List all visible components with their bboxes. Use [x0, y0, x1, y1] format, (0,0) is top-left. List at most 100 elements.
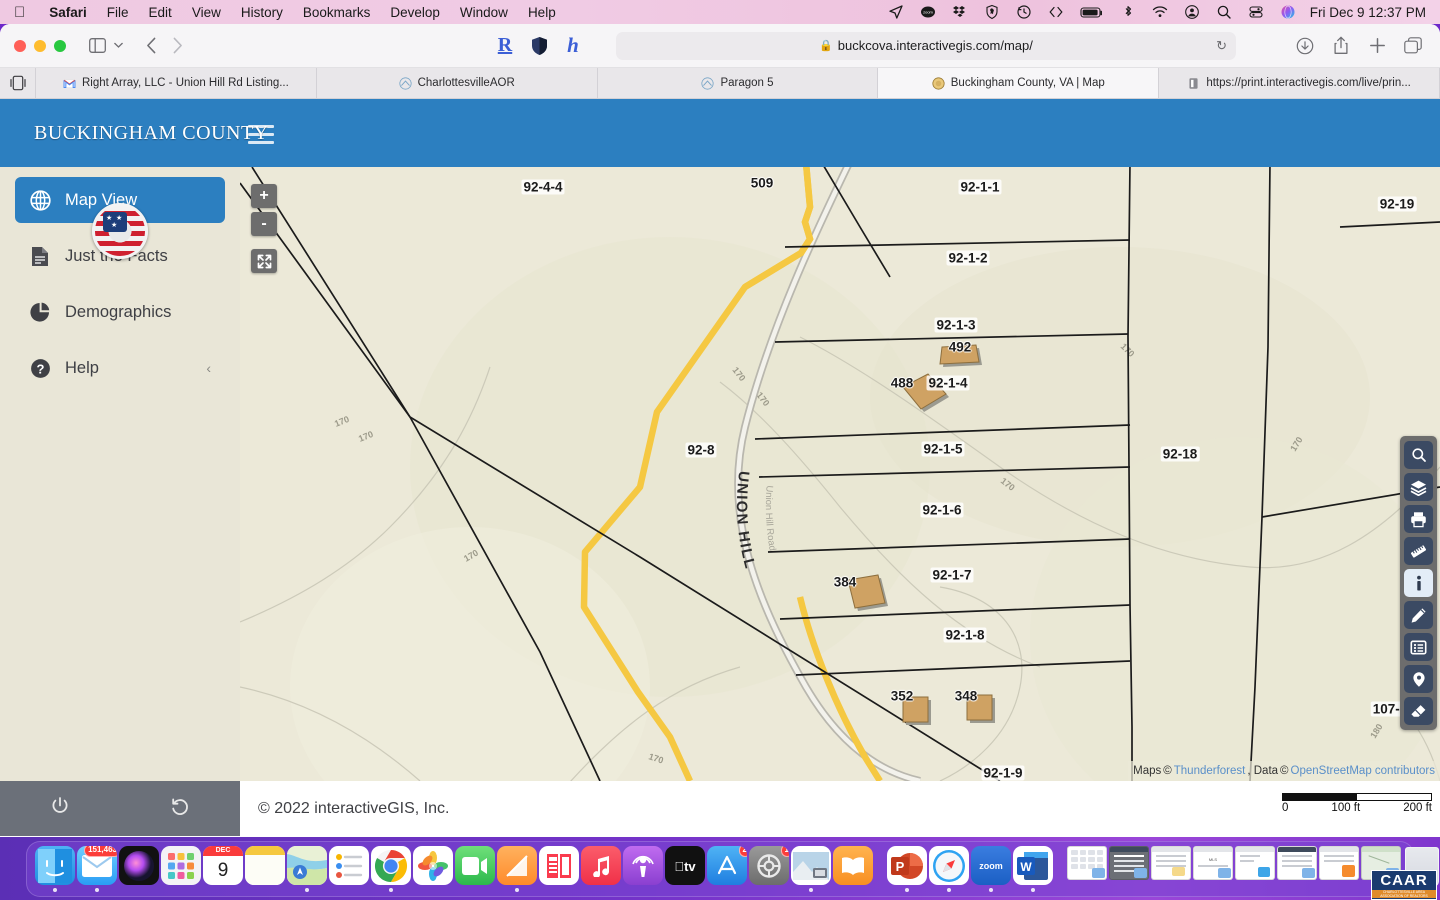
dock-app-photos[interactable]	[413, 846, 453, 892]
building-address-label[interactable]: 509	[751, 176, 774, 191]
identify-tool[interactable]	[1404, 569, 1433, 597]
minimized-window[interactable]	[1319, 846, 1359, 892]
tab-overview-icon[interactable]	[1400, 34, 1426, 58]
parcel-label[interactable]: 92-18	[1161, 447, 1200, 462]
layers-tool[interactable]	[1404, 473, 1433, 501]
dock-app-system-preferences[interactable]: 1	[749, 846, 789, 892]
marker-tool[interactable]	[1404, 665, 1433, 693]
dock-app-launchpad[interactable]	[161, 846, 201, 892]
caar-badge[interactable]: CAAR CHARLOTTESVILLE AREA ASSOCIATION OF…	[1371, 870, 1437, 900]
menu-bar-clock[interactable]: Fri Dec 9 12:37 PM	[1304, 5, 1440, 20]
search-tool[interactable]	[1404, 441, 1433, 469]
siri-icon[interactable]	[1272, 4, 1304, 20]
parcel-label[interactable]: 92-1-9	[981, 766, 1024, 781]
control-center-icon[interactable]	[1240, 4, 1272, 20]
tab-list-button[interactable]	[0, 68, 36, 98]
parcel-label[interactable]: 92-19	[1378, 197, 1417, 212]
openstreetmap-link[interactable]: OpenStreetMap contributors	[1291, 765, 1435, 777]
dock-app-mail[interactable]: 151,463	[77, 846, 117, 892]
grammarly-extension-icon[interactable]: R	[490, 33, 520, 59]
building-address-label[interactable]: 384	[834, 575, 857, 590]
draw-tool[interactable]	[1404, 601, 1433, 629]
minimize-button[interactable]	[34, 40, 46, 52]
power-icon[interactable]	[50, 796, 70, 821]
menu-item-history[interactable]: History	[231, 5, 293, 20]
honey-extension-icon[interactable]: h	[558, 33, 588, 59]
parcel-label[interactable]: 92-8	[685, 443, 716, 458]
chevron-down-icon[interactable]	[110, 34, 126, 58]
menu-item-edit[interactable]: Edit	[139, 5, 182, 20]
dock-app-chrome[interactable]	[371, 846, 411, 892]
building-address-label[interactable]: 352	[891, 689, 914, 704]
wifi-icon[interactable]	[1144, 4, 1176, 20]
menu-item-develop[interactable]: Develop	[380, 5, 450, 20]
bluetooth-icon[interactable]	[1112, 4, 1144, 20]
user-account-icon[interactable]	[1176, 4, 1208, 20]
menu-item-view[interactable]: View	[182, 5, 231, 20]
zoom-app-icon[interactable]: zoom	[912, 4, 944, 20]
code-brackets-icon[interactable]	[1040, 4, 1072, 20]
forward-arrow-icon[interactable]	[164, 34, 190, 58]
location-arrow-icon[interactable]	[880, 4, 912, 20]
dock-app-maps[interactable]	[287, 846, 327, 892]
brand-block[interactable]: Buckingham County	[34, 99, 269, 167]
dock-app-siri[interactable]	[119, 846, 159, 892]
spotlight-search-icon[interactable]	[1208, 4, 1240, 20]
dock-app-podcasts[interactable]	[623, 846, 663, 892]
zoom-button[interactable]	[54, 40, 66, 52]
dock-app-zoom[interactable]: zoom	[971, 846, 1011, 892]
window-controls[interactable]	[14, 40, 66, 52]
erase-tool[interactable]	[1404, 697, 1433, 725]
time-machine-icon[interactable]	[1008, 4, 1040, 20]
minimized-window[interactable]	[1067, 846, 1107, 892]
dock-app-image-capture[interactable]	[791, 846, 831, 892]
apple-logo-icon[interactable]: 	[14, 5, 25, 20]
parcel-label[interactable]: 92-1-3	[934, 318, 977, 333]
address-bar[interactable]: 🔒 buckcova.interactivegis.com/map/ ↻	[616, 32, 1236, 60]
thunderforest-link[interactable]: Thunderforest	[1174, 765, 1246, 777]
tab-right-array[interactable]: Right Array, LLC - Union Hill Rd Listing…	[36, 68, 317, 98]
dock-app-finder[interactable]	[35, 846, 75, 892]
dock-app-apple-tv[interactable]: tv	[665, 846, 705, 892]
dock-app-calendar[interactable]: DEC 9	[203, 846, 243, 892]
sidebar-item-help[interactable]: ? Help ‹	[15, 345, 225, 391]
parcel-label[interactable]: 92-1-4	[926, 376, 969, 391]
menu-item-window[interactable]: Window	[450, 5, 518, 20]
menu-item-help[interactable]: Help	[518, 5, 566, 20]
menu-item-file[interactable]: File	[97, 5, 139, 20]
parcel-label[interactable]: 92-1-2	[946, 251, 989, 266]
building-address-label[interactable]: 348	[955, 689, 978, 704]
parcel-label[interactable]: 92-1-8	[943, 628, 986, 643]
dropbox-icon[interactable]	[944, 4, 976, 20]
tab-buckingham-county-map[interactable]: Buckingham County, VA | Map	[878, 68, 1159, 98]
tab-charlottesville-aor[interactable]: CharlottesvilleAOR	[317, 68, 598, 98]
legend-tool[interactable]	[1404, 633, 1433, 661]
parcel-label[interactable]: 92-1-6	[920, 503, 963, 518]
dock-app-word[interactable]: W	[1013, 846, 1053, 892]
building-address-label[interactable]: 492	[949, 340, 972, 355]
minimized-window[interactable]: MLS	[1193, 846, 1233, 892]
share-icon[interactable]	[1328, 34, 1354, 58]
parcel-label[interactable]: 92-4-4	[521, 180, 564, 195]
parcel-label[interactable]: 92-1-1	[958, 180, 1001, 195]
dock-app-safari[interactable]	[929, 846, 969, 892]
shield-icon[interactable]	[976, 4, 1008, 20]
dock-app-notes[interactable]	[245, 846, 285, 892]
menu-item-bookmarks[interactable]: Bookmarks	[293, 5, 381, 20]
tab-paragon-5[interactable]: Paragon 5	[598, 68, 879, 98]
new-tab-icon[interactable]	[1364, 34, 1390, 58]
dock-app-preview[interactable]	[497, 846, 537, 892]
dock-app-books[interactable]	[833, 846, 873, 892]
dock-app-facetime[interactable]	[455, 846, 495, 892]
minimized-window[interactable]	[1277, 846, 1317, 892]
parcel-label[interactable]: 92-1-7	[930, 568, 973, 583]
measure-tool[interactable]	[1404, 537, 1433, 565]
zoom-out-button[interactable]: -	[251, 212, 277, 236]
sidebar-toggle-icon[interactable]	[84, 34, 110, 58]
minimized-window[interactable]	[1151, 846, 1191, 892]
close-button[interactable]	[14, 40, 26, 52]
building-address-label[interactable]: 488	[891, 376, 914, 391]
zoom-extent-button[interactable]	[251, 249, 277, 273]
downloads-icon[interactable]	[1292, 34, 1318, 58]
tab-print-interactivegis[interactable]: https://print.interactivegis.com/live/pr…	[1159, 68, 1440, 98]
